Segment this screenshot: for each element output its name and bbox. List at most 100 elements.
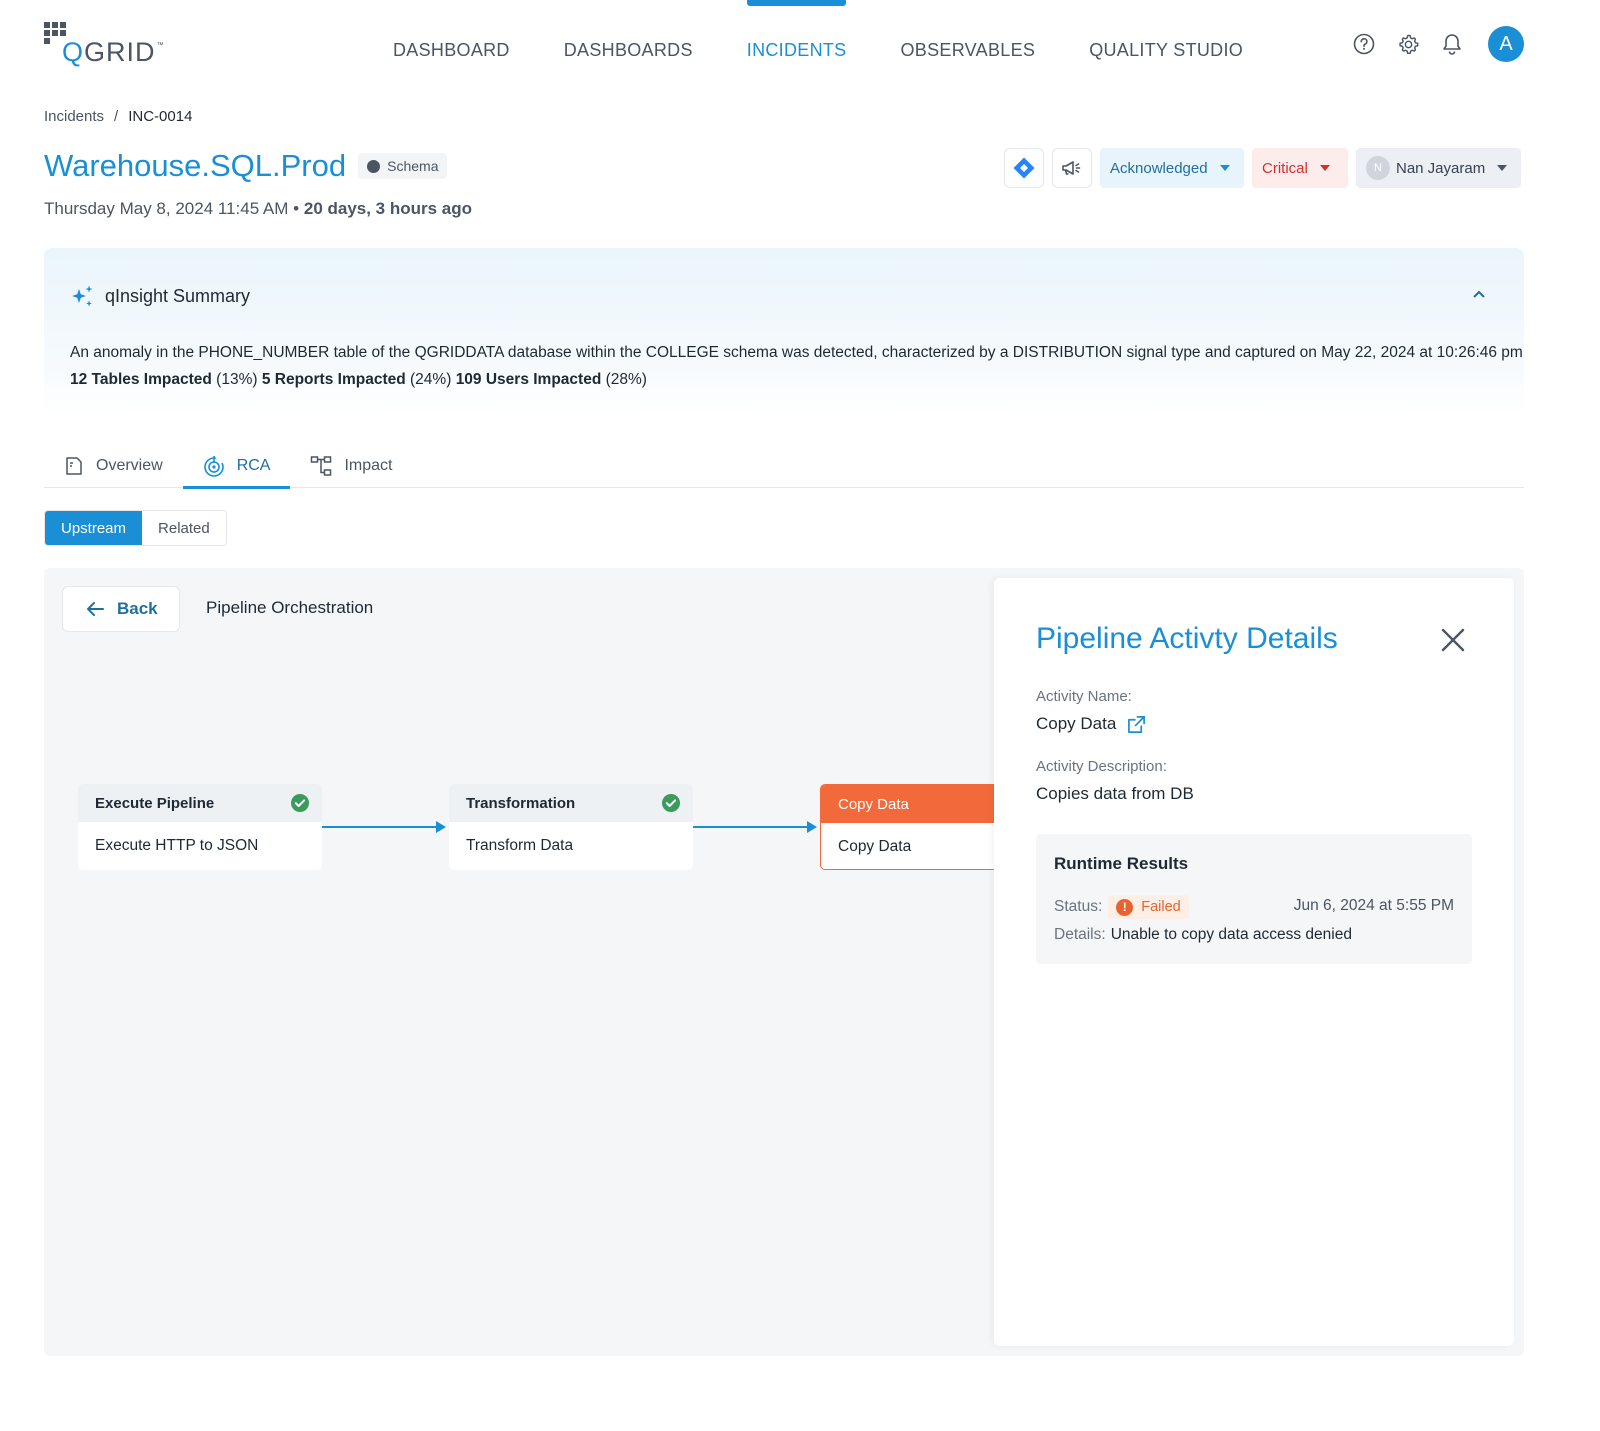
node-header: Execute Pipeline [78,784,322,822]
node-header: Transformation [449,784,693,822]
arrow-left-icon [87,602,104,616]
qinsight-body: An anomaly in the PHONE_NUMBER table of … [70,339,1523,393]
panel-title: Pipeline Activty Details [1036,622,1338,655]
tables-impacted-pct: (13%) [216,371,258,388]
runtime-date: Jun 6, 2024 at 5:55 PM [1293,897,1454,914]
nav-observables[interactable]: OBSERVABLES [873,0,1062,100]
activity-name-label: Activity Name: [1036,688,1132,705]
back-button[interactable]: Back [62,586,180,632]
incident-tabs: Overview RCA Impact [44,444,1524,489]
status-dropdown-value: Acknowledged [1110,159,1208,177]
qgrid-logo[interactable]: QGRID ™ [44,22,164,66]
qinsight-title: qInsight Summary [105,286,251,306]
activity-description-label: Activity Description: [1036,758,1167,775]
status-label: Status: [1054,898,1103,915]
schema-badge-label: Schema [387,158,439,174]
runtime-details-row: Details: Unable to copy data access deni… [1054,926,1352,944]
breadcrumb-incidents[interactable]: Incidents [44,108,104,125]
qinsight-header: qInsight Summary [70,284,250,309]
check-circle-icon [662,794,680,812]
activity-name-value: Copy Data [1036,714,1117,733]
chevron-down-icon [1319,165,1330,171]
qinsight-summary-card: qInsight Summary An anomaly in the PHONE… [44,248,1524,414]
incident-timestamp: Thursday May 8, 2024 11:45 AM • 20 days,… [44,199,472,219]
alert-icon: ! [1116,898,1134,916]
upstream-button[interactable]: Upstream [45,511,143,545]
breadcrumb: Incidents / INC-0014 [44,108,192,125]
incident-date: Thursday May 8, 2024 11:45 AM [44,199,289,218]
activity-details-panel: Pipeline Activty Details Activity Name: … [994,578,1514,1346]
incident-age: 20 days, 3 hours ago [303,199,473,218]
jira-button[interactable] [1004,148,1044,188]
severity-dropdown[interactable]: Critical [1252,148,1348,188]
timestamp-separator: • [293,199,300,218]
logo-grid-icon [44,22,71,49]
nav-dashboard[interactable]: DASHBOARD [366,0,537,100]
status-dropdown[interactable]: Acknowledged [1100,148,1244,188]
target-icon [203,455,225,477]
close-icon [1441,628,1465,652]
runtime-results-card: Runtime Results Status: ! Failed Jun 6, … [1036,834,1472,964]
nav-dashboards[interactable]: DASHBOARDS [537,0,720,100]
chevron-down-icon [1497,165,1508,171]
incident-actions: Acknowledged Critical N Nan Jayaram [1004,148,1529,188]
assignee-name: Nan Jayaram [1396,159,1486,177]
tab-overview[interactable]: Overview [44,444,183,488]
status-badge-label: Failed [1141,899,1181,915]
users-impacted: 109 Users Impacted [455,371,602,388]
external-link-icon[interactable] [1127,715,1146,734]
page-title: Warehouse.SQL.Prod [44,148,347,183]
bell-icon[interactable] [1440,32,1464,56]
sparkle-icon [72,285,93,307]
logo-text: QGRID [62,37,156,67]
tab-rca[interactable]: RCA [182,444,291,489]
settings-icon[interactable] [1396,32,1420,56]
node-header-label: Transformation [466,794,576,812]
related-button[interactable]: Related [142,511,226,545]
assignee-dropdown[interactable]: N Nan Jayaram [1356,148,1521,188]
schema-badge: Schema [358,153,448,179]
nav-incidents[interactable]: INCIDENTS [720,0,874,100]
help-icon[interactable] [1352,32,1376,56]
pipeline-node-transformation[interactable]: Transformation Transform Data [449,784,693,870]
reports-impacted-pct: (24%) [410,371,452,388]
flow-arrow [322,821,446,833]
top-icon-group: A [1352,22,1600,66]
assignee-avatar: N [1366,156,1390,180]
tab-impact[interactable]: Impact [290,444,412,488]
status-badge: ! Failed [1108,895,1189,919]
node-header-label: Copy Data [838,795,909,813]
announce-button[interactable] [1052,148,1092,188]
node-header-label: Execute Pipeline [95,794,215,812]
runtime-status-row: Status: ! Failed [1054,895,1189,919]
check-circle-icon [291,794,309,812]
user-avatar[interactable]: A [1488,26,1524,62]
chevron-down-icon [1219,165,1230,171]
announce-icon [1062,161,1081,175]
hierarchy-icon [310,455,332,477]
details-value: Unable to copy data access denied [1110,926,1352,943]
users-impacted-pct: (28%) [605,371,647,388]
chevron-up-icon [1473,290,1485,298]
top-navigation-bar: QGRID ™ DASHBOARD DASHBOARDS INCIDENTS O… [0,0,1600,100]
activity-description-value: Copies data from DB [1036,784,1194,803]
back-button-label: Back [117,599,158,618]
close-button[interactable] [1440,627,1466,658]
logo-trademark: ™ [156,42,164,49]
canvas-title: Pipeline Orchestration [206,598,374,617]
runtime-results-title: Runtime Results [1054,854,1189,873]
collapse-button[interactable] [1472,286,1486,304]
impact-stats: 12 Tables Impacted (13%) 5 Reports Impac… [70,366,1523,393]
breadcrumb-separator: / [114,108,119,125]
flow-arrow [693,821,817,833]
activity-name-row: Copy Data [1036,714,1146,734]
pipeline-node-execute-pipeline[interactable]: Execute Pipeline Execute HTTP to JSON [78,784,322,870]
main-nav: DASHBOARD DASHBOARDS INCIDENTS OBSERVABL… [366,0,1270,100]
document-icon [64,456,84,476]
nav-quality-studio[interactable]: QUALITY STUDIO [1062,0,1270,100]
incident-title-row: Warehouse.SQL.Prod Schema [44,148,448,184]
tables-impacted: 12 Tables Impacted [70,371,212,388]
breadcrumb-current: INC-0014 [128,108,193,125]
details-label: Details: [1054,926,1106,943]
upstream-related-toggle: Upstream Related [44,510,227,546]
